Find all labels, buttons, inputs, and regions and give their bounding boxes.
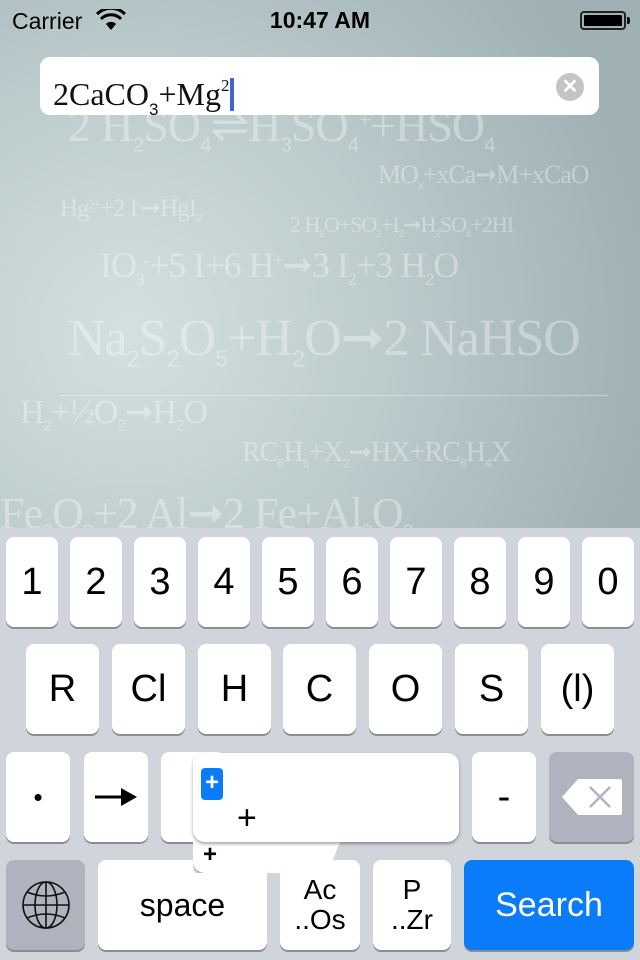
- bg-equation: 2 H2O+SO2+I2➞H2SO4+2HI: [290, 212, 514, 240]
- bg-equation: Na2S2O5+H2O➞2 NaHSO: [68, 310, 581, 372]
- battery-fill: [584, 15, 622, 26]
- bg-equation: H2+½O2➞H2O: [20, 394, 208, 435]
- key-3[interactable]: 3: [134, 537, 186, 627]
- space-key[interactable]: space: [98, 860, 267, 950]
- bg-equation: MOx+xCa➞M+xCaO: [378, 160, 590, 192]
- popup-body: [193, 753, 459, 842]
- key-7[interactable]: 7: [390, 537, 442, 627]
- key-9[interactable]: 9: [518, 537, 570, 627]
- key-H[interactable]: H: [198, 644, 271, 734]
- key-4[interactable]: 4: [198, 537, 250, 627]
- key-liquid[interactable]: (l): [541, 644, 614, 734]
- popup-option[interactable]: +: [237, 799, 257, 838]
- key-R[interactable]: R: [26, 644, 99, 734]
- key-arrow[interactable]: [84, 752, 148, 842]
- battery-icon: [580, 11, 626, 30]
- key-2[interactable]: 2: [70, 537, 122, 627]
- globe-button[interactable]: [6, 860, 85, 950]
- formula-superscript: 2: [220, 76, 230, 95]
- backspace-icon: [561, 779, 622, 815]
- search-value[interactable]: 2CaCO3+Mg2: [53, 66, 235, 130]
- popup-option[interactable]: +: [203, 841, 217, 869]
- delete-button[interactable]: [549, 752, 634, 842]
- bg-equation: RC6H5+X2➞HX+RC6H4X: [242, 437, 511, 471]
- key-C[interactable]: C: [283, 644, 356, 734]
- clear-icon[interactable]: ✕: [556, 73, 584, 101]
- battery-tip: [627, 17, 630, 24]
- key-5[interactable]: 5: [262, 537, 314, 627]
- key-Cl[interactable]: Cl: [112, 644, 185, 734]
- text-cursor: [230, 78, 235, 111]
- element-group-p-zr[interactable]: P ..Zr: [373, 860, 451, 950]
- key-label-top: Ac: [303, 874, 337, 905]
- search-input[interactable]: 2CaCO3+Mg2 ✕: [40, 57, 599, 119]
- key-S[interactable]: S: [455, 644, 528, 734]
- key-minus[interactable]: -: [472, 752, 536, 842]
- key-label-top: P: [402, 874, 422, 905]
- key-1[interactable]: 1: [6, 537, 58, 627]
- key-8[interactable]: 8: [454, 537, 506, 627]
- key-label-bottom: ..Os: [294, 904, 346, 935]
- key-label-bottom: ..Zr: [391, 904, 433, 935]
- plus-variants-popup: + + +: [193, 753, 459, 873]
- formula-part: +Mg: [158, 76, 221, 112]
- bg-equation: IO3-+5 I+6 H+➞3 I2+3 H2O: [100, 245, 459, 290]
- popup-option-selected[interactable]: +: [201, 768, 223, 800]
- formula-part: 2CaCO: [53, 76, 149, 112]
- arrow-icon: [95, 788, 137, 806]
- globe-icon: [21, 881, 70, 929]
- status-bar: Carrier 10:47 AM: [0, 0, 640, 40]
- clock: 10:47 AM: [269, 7, 371, 33]
- bg-equation: Hg2++2 I-➞HgI2: [60, 195, 202, 225]
- search-button[interactable]: Search: [464, 860, 634, 950]
- key-0[interactable]: 0: [582, 537, 634, 627]
- key-O[interactable]: O: [369, 644, 442, 734]
- key-6[interactable]: 6: [326, 537, 378, 627]
- element-group-ac-os[interactable]: Ac ..Os: [280, 860, 360, 950]
- key-dot[interactable]: •: [6, 752, 70, 842]
